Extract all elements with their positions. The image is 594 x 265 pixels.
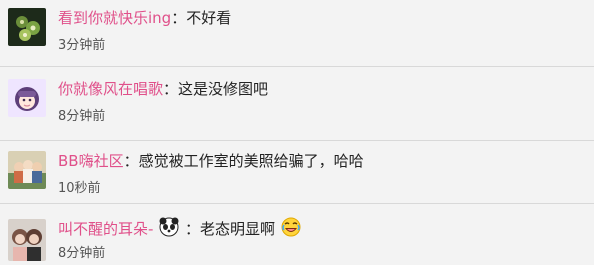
username-link[interactable]: 叫不醒的耳朵- (58, 220, 153, 238)
comment-item: 叫不醒的耳朵- ：老态明显啊 8分钟前 (0, 204, 594, 265)
comment-text: 不好看 (186, 9, 232, 27)
comment-separator: ： (163, 80, 179, 98)
anime-girl-avatar-icon[interactable] (8, 79, 46, 117)
comment-time: 8分钟前 (58, 109, 106, 124)
comment-time: 8分钟前 (58, 246, 106, 261)
laughing-crying-emoji-icon (280, 216, 302, 243)
comment-separator: ： (184, 220, 200, 238)
kiwi-fruit-avatar-icon[interactable] (8, 8, 46, 46)
comment-item: 看到你就快乐ing：不好看 3分钟前 (0, 0, 594, 66)
comment-text: 感觉被工作室的美照给骗了，哈哈 (138, 152, 364, 170)
comment-item: BB嗨社区：感觉被工作室的美照给骗了，哈哈 10秒前 (0, 141, 594, 203)
comment-time: 3分钟前 (58, 38, 106, 53)
panda-emoji-icon (158, 216, 180, 243)
comment-text: 老态明显啊 (200, 220, 276, 238)
comment-feed: 看到你就快乐ing：不好看 3分钟前 你就像风在唱歌：这是没修图吧 8分钟前 B… (0, 0, 594, 265)
comment-text: 这是没修图吧 (178, 80, 269, 98)
comment-line: 叫不醒的耳朵- ：老态明显啊 (58, 216, 302, 243)
comment-separator: ： (171, 9, 187, 27)
comment-line: 看到你就快乐ing：不好看 (58, 8, 231, 28)
username-link[interactable]: 你就像风在唱歌 (58, 80, 163, 98)
comment-line: 你就像风在唱歌：这是没修图吧 (58, 79, 268, 99)
username-link[interactable]: 看到你就快乐ing (58, 9, 171, 27)
two-girls-avatar-icon[interactable] (8, 219, 46, 261)
comment-item: 你就像风在唱歌：这是没修图吧 8分钟前 (0, 67, 594, 139)
comment-separator: ： (123, 152, 139, 170)
username-link[interactable]: BB嗨社区 (58, 152, 124, 170)
comment-time: 10秒前 (58, 181, 101, 196)
group-photo-avatar-icon[interactable] (8, 151, 46, 189)
comment-line: BB嗨社区：感觉被工作室的美照给骗了，哈哈 (58, 151, 364, 171)
